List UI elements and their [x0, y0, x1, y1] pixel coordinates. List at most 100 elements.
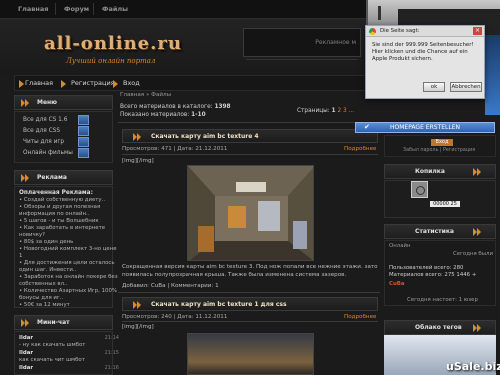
subnav-login[interactable]: Вход: [123, 79, 140, 87]
homepage-button-label: HOMEPAGE ERSTELLEN: [390, 124, 460, 131]
arrow-icon: [113, 80, 118, 88]
online-user[interactable]: CuBa: [389, 281, 405, 287]
ad-link[interactable]: • Заработок на онлайн покере без: [19, 274, 118, 280]
online-today-joined: Сегодня наcтоeт: 1 юзер: [407, 297, 478, 303]
stats-panel-header: Статистика: [384, 224, 496, 239]
article-meta: Просмотров: 471 | Дата: 21.12.2011: [122, 146, 228, 152]
pagination-label: Страницы:: [297, 108, 330, 114]
chat-panel-header: Мини-чат: [14, 315, 113, 330]
topnav-home[interactable]: Главная: [18, 5, 48, 13]
login-links[interactable]: Забыл пароль | Регистрация: [403, 148, 475, 153]
article-text-line: появилась полупрозрачная крыша. Также бы…: [122, 271, 347, 278]
pagination: Страницы: 1 2 3 ...: [297, 108, 354, 114]
homepage-button[interactable]: ✔ HOMEPAGE ERSTELLEN: [355, 122, 495, 133]
folder-icon: [78, 126, 89, 136]
map-screenshot[interactable]: [187, 333, 314, 375]
topnav-forum[interactable]: Форум: [64, 5, 89, 13]
chat-user[interactable]: Ildar: [19, 335, 33, 341]
read-more-link[interactable]: Подробнее: [344, 146, 376, 152]
breadcrumb[interactable]: Главная » Файлы: [120, 92, 171, 98]
header-ad-banner[interactable]: Рекламное м: [243, 28, 361, 57]
ads-heading: Оплаченная Реклама:: [19, 190, 93, 196]
ads-panel-header: Реклама: [14, 170, 113, 185]
ad-link[interactable]: бонусы для иг..: [19, 295, 63, 301]
menu-item-css[interactable]: Все для CSS: [23, 128, 60, 134]
catalog-stats: Всего материалов в каталоге: 1398 Показа…: [120, 104, 231, 119]
chevron-right-icon: [21, 99, 30, 108]
article-title-bar: Скачать карту aim bc texture 1 для css: [122, 297, 378, 311]
chat-text: - ну как скачать шмбот: [19, 342, 86, 348]
menu-item-cs16[interactable]: Все для CS 1.6: [23, 117, 67, 123]
menu-panel-header: Меню: [14, 95, 113, 110]
shown-value: 1-10: [191, 111, 206, 118]
header-divider: [246, 59, 358, 60]
ad-link[interactable]: • Количество Азартных Игр, 100%: [19, 288, 117, 294]
site-logo[interactable]: all-online.ru: [44, 33, 182, 54]
login-button[interactable]: Вход: [431, 139, 453, 146]
article-title[interactable]: Скачать карту aim bc texture 1 для css: [151, 301, 287, 308]
kopilka-panel: [384, 180, 496, 218]
menu-panel: Все для CS 1.6 Все для CSS Читы для игр …: [14, 111, 113, 163]
article-views: Просмотров: 471: [122, 146, 172, 152]
map-screenshot[interactable]: [187, 165, 314, 261]
ad-link[interactable]: новичку?: [19, 232, 45, 238]
article-title[interactable]: Скачать карту aim bc texture 4: [151, 133, 259, 140]
ad-link[interactable]: • Новогодний комплект 3-но цене: [19, 246, 117, 252]
arrow-icon: [19, 80, 24, 88]
chevron-right-icon: [21, 174, 30, 183]
kopilka-counter: 00000 25: [430, 201, 460, 207]
header-ad-text: Рекламное м: [315, 39, 356, 46]
checkmark-icon: ✔: [364, 123, 370, 131]
folder-icon: [78, 115, 89, 125]
divider: [122, 321, 378, 322]
ad-link[interactable]: 1: [19, 253, 22, 259]
ad-link[interactable]: • Для достижения цели осталось: [19, 260, 115, 266]
ok-button[interactable]: ok: [423, 82, 445, 92]
article-author: Добавил: CuBa | Комментарии: 1: [122, 283, 219, 289]
total-value: 1398: [214, 104, 231, 110]
phone-side: [378, 6, 381, 20]
ad-link[interactable]: • 50€ за 12 минут: [19, 302, 70, 308]
alert-dialog: Die Seite sagt: × Sie sind der 999.999 S…: [365, 25, 485, 99]
subnav-home[interactable]: Главная: [25, 79, 53, 87]
ad-link[interactable]: • Как заработать в интернете: [19, 225, 105, 231]
subnav-register[interactable]: Регистрация: [71, 79, 115, 87]
ads-panel-title: Реклама: [37, 174, 67, 181]
close-icon[interactable]: ×: [473, 27, 482, 35]
site-slogan: Лучший онлайн портал: [66, 57, 156, 65]
dialog-message: Sie sind der 999.999 Seitenbesucher! Hie…: [372, 42, 474, 62]
chat-user[interactable]: Ildar: [19, 350, 33, 356]
page-links[interactable]: 2 3 ...: [337, 108, 354, 114]
chevron-right-icon: [473, 324, 482, 333]
topnav-files[interactable]: Файлы: [102, 5, 128, 13]
read-more-link[interactable]: Подробнее: [344, 314, 376, 320]
chat-user[interactable]: Ildar: [19, 365, 33, 371]
article-description: Сокращенная версия карты aim bc texture …: [122, 264, 378, 279]
arrow-icon: [61, 80, 66, 88]
stats-users: Пользователей всего: 280: [389, 265, 464, 271]
online-panel: Онлайн Сегодня были Пользователей всего:…: [384, 240, 496, 306]
chat-text: как скачать чит шмбот: [19, 357, 85, 363]
ad-link[interactable]: • Обзоры и другая полезная: [19, 204, 100, 210]
online-today: Сегодня были: [453, 251, 493, 257]
dialog-titlebar: Die Seite sagt: ×: [366, 26, 484, 37]
ad-link[interactable]: информация по онлайн..: [19, 211, 89, 217]
user-navigation: Главная Регистрация Вход: [14, 75, 370, 91]
ad-link[interactable]: один шаг. Инвести..: [19, 267, 76, 273]
chat-panel-title: Мини-чат: [37, 319, 70, 326]
cancel-button[interactable]: Abbrechen: [450, 82, 482, 92]
folder-icon: [78, 148, 89, 158]
ad-link[interactable]: • Создай собственную диету..: [19, 197, 105, 203]
apple-ad-strip[interactable]: [485, 35, 500, 115]
ad-link[interactable]: • 5 шагов - и ты Волшебник: [19, 218, 99, 224]
menu-item-cheats[interactable]: Читы для игр: [23, 139, 64, 145]
online-label: Онлайн: [389, 243, 411, 249]
chat-time: 21:16: [104, 365, 119, 371]
tag-cloud-title: Облако тегов: [415, 324, 462, 331]
ad-link[interactable]: • 80$ за один день: [19, 239, 73, 245]
kopilka-panel-header: Копилка: [384, 164, 496, 179]
ad-link[interactable]: собственных вл..: [19, 281, 67, 287]
menu-item-movies[interactable]: Онлайн фильмы: [23, 150, 73, 156]
page-current: 1: [331, 108, 336, 114]
phone-ad-image[interactable]: [366, 0, 500, 25]
